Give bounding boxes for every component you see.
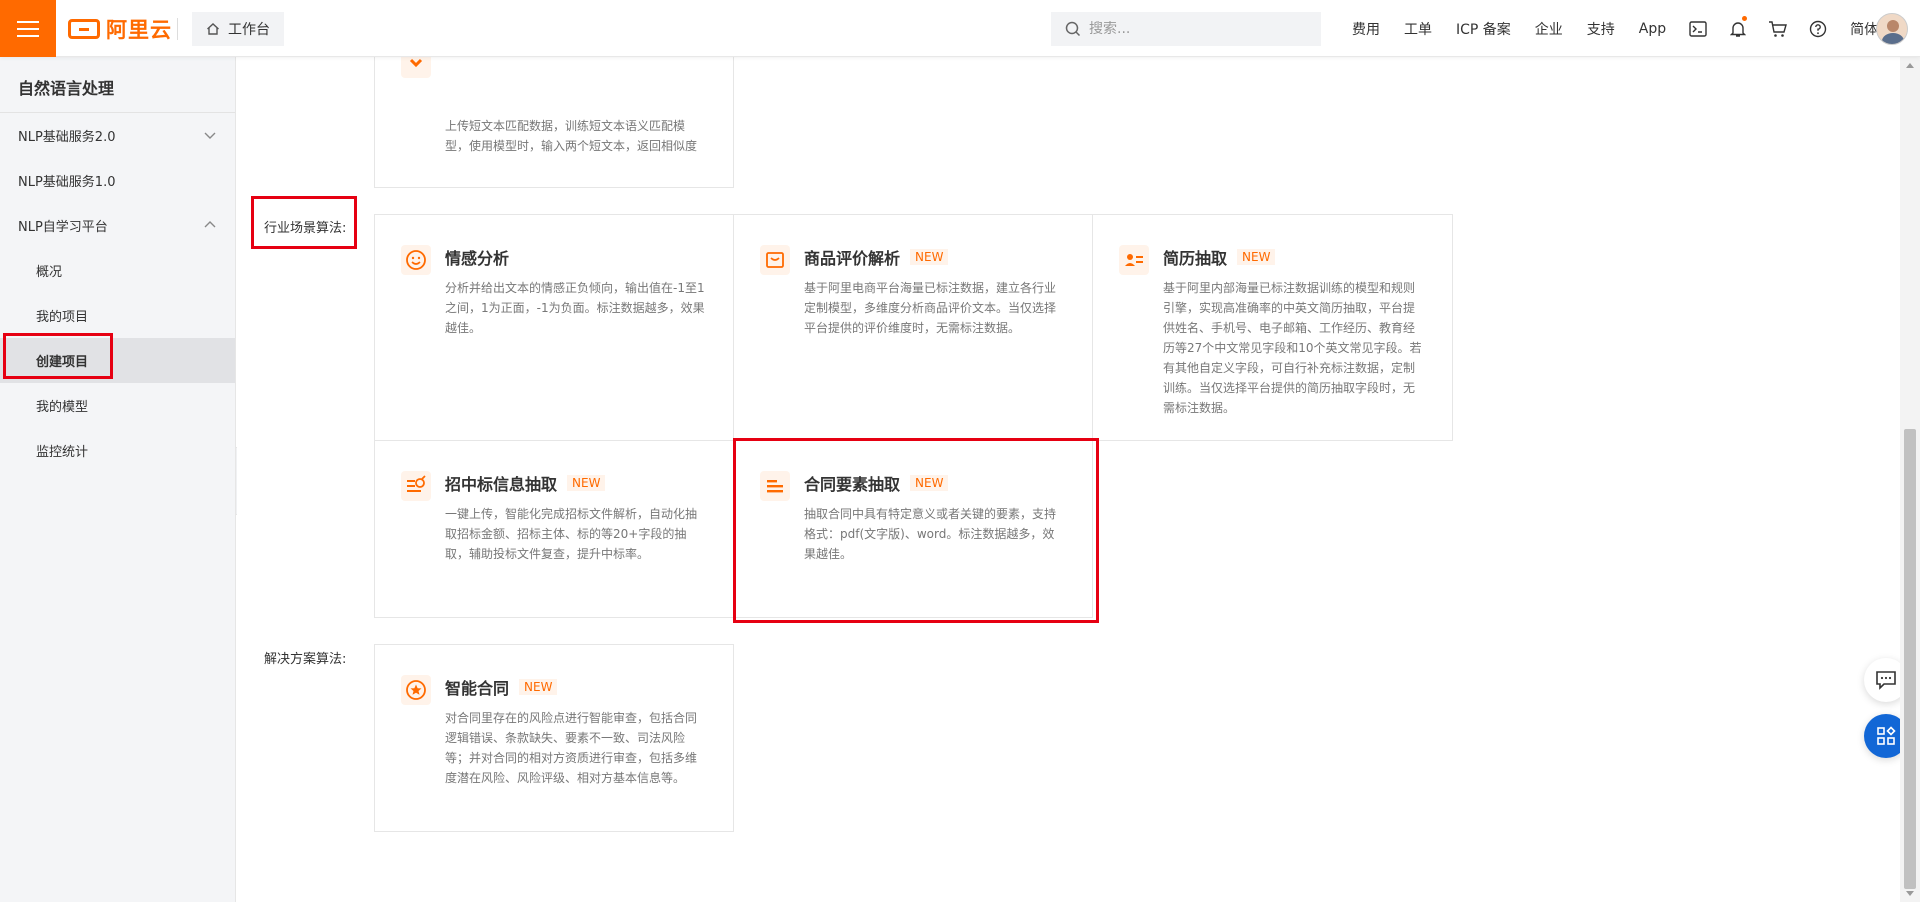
workbench-label: 工作台 [228, 22, 270, 38]
new-badge: NEW [519, 679, 558, 695]
card-title: 合同要素抽取 [804, 475, 901, 494]
card-title: 智能合同 [445, 679, 510, 698]
new-badge: NEW [1237, 249, 1276, 265]
smiley-icon [401, 245, 431, 275]
sidebar-item-label: 监控统计 [36, 445, 89, 460]
sidebar-item-nlp-basic-2[interactable]: NLP基础服务2.0 [0, 113, 235, 158]
card-description: 对合同里存在的风险点进行智能审查，包括合同逻辑错误、条款缺失、要素不一致、司法风… [445, 711, 698, 785]
sidebar-item-create-project[interactable]: 创建项目 [0, 338, 235, 383]
card-title: 招中标信息抽取 [445, 475, 558, 494]
top-navigation-bar: 阿里云 工作台 费用 工单 ICP 备案 企业 支持 App 简体 [0, 0, 1920, 57]
sidebar-title: 自然语言处理 [0, 57, 235, 113]
industry-algorithms-label: 行业场景算法: [264, 221, 347, 236]
header-nav: 费用 工单 ICP 备案 企业 支持 App 简体 [1340, 0, 1890, 57]
search-box[interactable] [1051, 12, 1321, 46]
apps-grid-icon [1877, 726, 1896, 745]
card-description: 基于阿里内部海量已标注数据训练的模型和规则引擎，实现高准确率的中英文简历抽取，平… [1163, 281, 1422, 415]
chevron-down-icon [204, 132, 216, 139]
sidebar-item-label: 创建项目 [36, 355, 89, 370]
sidebar-item-label: NLP基础服务1.0 [18, 175, 116, 190]
algorithm-card-product-review[interactable]: 商品评价解析 NEW 基于阿里电商平台海量已标注数据，建立各行业定制模型，多维度… [733, 214, 1093, 441]
sidebar-item-label: 概况 [36, 265, 63, 280]
new-badge: NEW [910, 475, 949, 491]
notification-dot [1742, 16, 1748, 21]
notification-bell-icon[interactable] [1718, 0, 1758, 57]
algorithm-card-resume-extraction[interactable]: 简历抽取 NEW 基于阿里内部海量已标注数据训练的模型和规则引擎，实现高准确率的… [1092, 214, 1453, 441]
algorithm-card-bidding-extraction[interactable]: 招中标信息抽取 NEW 一键上传，智能化完成招标文件解析，自动化抽取招标金额、招… [374, 440, 734, 618]
card-header: 情感分析 [445, 246, 705, 268]
card-title: 商品评价解析 [804, 249, 901, 268]
algorithm-card-sentiment[interactable]: 情感分析 分析并给出文本的情感正负倾向，输出值在-1至1之间，1为正面，-1为负… [374, 214, 734, 441]
sidebar-item-overview[interactable]: 概况 [0, 248, 235, 293]
sidebar-item-nlp-basic-1[interactable]: NLP基础服务1.0 [0, 158, 235, 203]
workbench-button[interactable]: 工作台 [192, 12, 284, 46]
card-description: 一键上传，智能化完成招标文件解析，自动化抽取招标金额、招标主体、标的等20+字段… [445, 507, 698, 561]
card-header: 招中标信息抽取 NEW [445, 472, 705, 494]
user-avatar[interactable] [1876, 13, 1908, 45]
card-header: 智能合同 NEW [445, 676, 705, 698]
scroll-up-arrow-icon[interactable] [1906, 63, 1914, 68]
new-badge: NEW [910, 249, 949, 265]
card-header: 合同要素抽取 NEW [804, 472, 1064, 494]
nav-icp[interactable]: ICP 备案 [1444, 19, 1523, 39]
sidebar-item-my-projects[interactable]: 我的项目 [0, 293, 235, 338]
scroll-down-arrow-icon[interactable] [1906, 891, 1914, 896]
cart-icon[interactable] [1758, 0, 1798, 57]
card-description: 抽取合同中具有特定意义或者关键的要素，支持格式：pdf(文字版)、word。标注… [804, 507, 1057, 561]
card-title: 情感分析 [445, 249, 510, 268]
vertical-scrollbar[interactable] [1900, 57, 1920, 902]
review-box-icon [760, 245, 790, 275]
new-badge: NEW [567, 475, 606, 491]
card-title: 简历抽取 [1163, 249, 1228, 268]
chat-bubble-icon [1876, 671, 1896, 690]
star-badge-icon [401, 675, 431, 705]
aliyun-logo[interactable]: 阿里云 [68, 14, 172, 44]
nav-fee[interactable]: 费用 [1340, 19, 1392, 39]
sidebar-item-label: NLP基础服务2.0 [18, 130, 116, 145]
sidebar-item-label: 我的项目 [36, 310, 89, 325]
sidebar-item-monitoring[interactable]: 监控统计 [0, 428, 235, 473]
solution-algorithms-label: 解决方案算法: [264, 652, 347, 667]
card-description: 基于阿里电商平台海量已标注数据，建立各行业定制模型，多维度分析商品评价文本。当仅… [804, 281, 1057, 335]
sidebar: 自然语言处理 NLP基础服务2.0 NLP基础服务1.0 NLP自学习平台 概况… [0, 57, 236, 902]
help-icon[interactable] [1798, 0, 1838, 57]
algorithm-card-contract-elements[interactable]: 合同要素抽取 NEW 抽取合同中具有特定意义或者关键的要素，支持格式：pdf(文… [733, 440, 1093, 618]
terminal-icon[interactable] [1678, 0, 1718, 57]
nav-ticket[interactable]: 工单 [1392, 19, 1444, 39]
algorithm-card-smart-contract[interactable]: 智能合同 NEW 对合同里存在的风险点进行智能审查，包括合同逻辑错误、条款缺失、… [374, 644, 734, 832]
hamburger-menu-icon[interactable] [0, 0, 56, 57]
scrollbar-thumb[interactable] [1904, 429, 1916, 889]
header-divider [177, 18, 178, 40]
main-content: 上传短文本匹配数据，训练短文本语义匹配模型，使用模型时，输入两个短文本，返回相似… [237, 37, 1900, 902]
contract-lines-icon [760, 471, 790, 501]
sidebar-item-my-models[interactable]: 我的模型 [0, 383, 235, 428]
id-card-icon [1119, 245, 1149, 275]
aliyun-logo-icon [68, 19, 100, 39]
nav-enterprise[interactable]: 企业 [1523, 19, 1575, 39]
card-header: 简历抽取 NEW [1163, 246, 1424, 268]
nav-support[interactable]: 支持 [1575, 19, 1627, 39]
chevron-up-icon [204, 221, 216, 228]
sidebar-item-label: 我的模型 [36, 400, 89, 415]
nav-app[interactable]: App [1627, 21, 1678, 37]
home-icon [207, 23, 219, 35]
card-description: 上传短文本匹配数据，训练短文本语义匹配模型，使用模型时，输入两个短文本，返回相似… [445, 119, 698, 153]
search-input[interactable] [1089, 21, 1309, 37]
bidding-document-icon [401, 471, 431, 501]
card-header: 商品评价解析 NEW [804, 246, 1064, 268]
algorithm-card-text-matching[interactable]: 上传短文本匹配数据，训练短文本语义匹配模型，使用模型时，输入两个短文本，返回相似… [374, 37, 734, 188]
card-description: 分析并给出文本的情感正负倾向，输出值在-1至1之间，1为正面，-1为负面。标注数… [445, 281, 705, 335]
logo-text: 阿里云 [106, 18, 172, 42]
sidebar-item-nlp-self-learning[interactable]: NLP自学习平台 [0, 203, 235, 248]
search-icon [1065, 21, 1081, 37]
sidebar-item-label: NLP自学习平台 [18, 220, 108, 235]
